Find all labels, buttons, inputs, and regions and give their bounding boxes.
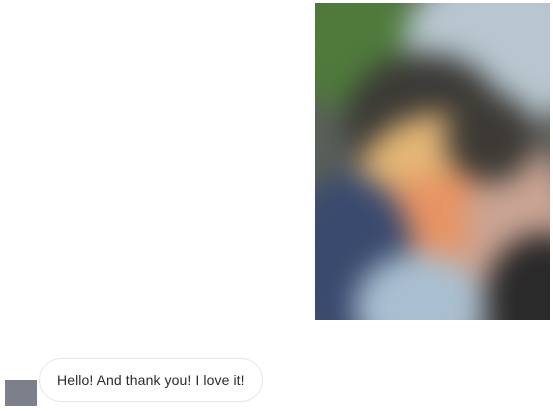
photo-message[interactable]	[315, 3, 550, 320]
incoming-message: Hello! And thank you! I love it!	[0, 356, 553, 408]
chat-thread: Hello! And thank you! I love it!	[0, 0, 553, 411]
avatar[interactable]	[5, 380, 37, 406]
message-text: Hello! And thank you! I love it!	[57, 372, 245, 388]
photo-image	[315, 3, 550, 320]
message-bubble[interactable]: Hello! And thank you! I love it!	[39, 358, 263, 402]
